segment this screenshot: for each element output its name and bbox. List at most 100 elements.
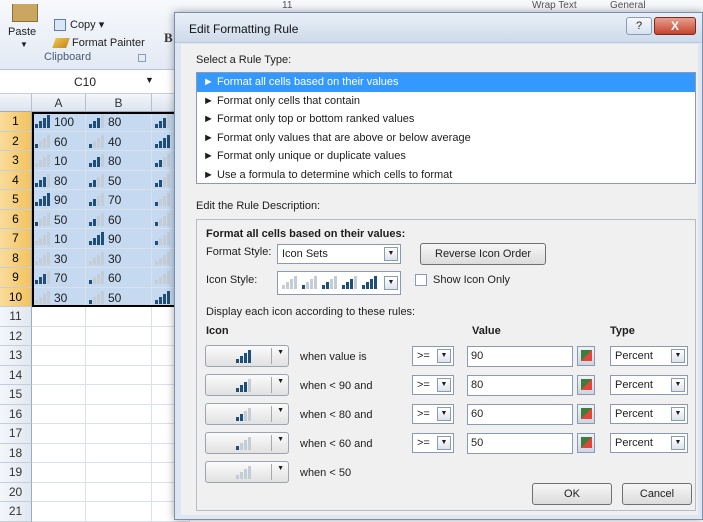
- rule-type-item[interactable]: ► Format only cells that contain: [197, 92, 695, 111]
- table-cell[interactable]: [32, 424, 86, 444]
- cell-reference-button[interactable]: [577, 346, 595, 366]
- table-cell[interactable]: 10: [32, 151, 86, 171]
- table-cell[interactable]: [86, 326, 152, 346]
- row-header[interactable]: 1: [0, 112, 32, 132]
- format-painter-button[interactable]: Format Painter: [52, 37, 145, 49]
- chevron-down-icon[interactable]: ▼: [437, 349, 451, 363]
- row-header[interactable]: 9: [0, 268, 32, 288]
- column-header-b[interactable]: B: [86, 94, 152, 112]
- rule-type-item[interactable]: ► Format all cells based on their values: [197, 73, 695, 92]
- reverse-icon-order-button[interactable]: Reverse Icon Order: [420, 243, 546, 265]
- table-cell[interactable]: 70: [86, 190, 152, 210]
- icon-style-select[interactable]: ▼: [277, 271, 401, 295]
- row-header[interactable]: 11: [0, 307, 32, 327]
- row-header[interactable]: 8: [0, 248, 32, 268]
- row-header[interactable]: 18: [0, 443, 32, 463]
- cell-reference-button[interactable]: [577, 433, 595, 453]
- dialog-titlebar[interactable]: Edit Formatting Rule ? X: [175, 13, 702, 43]
- row-header[interactable]: 13: [0, 346, 32, 366]
- icon-select-button[interactable]: ▼: [205, 461, 289, 483]
- table-cell[interactable]: [86, 346, 152, 366]
- type-select[interactable]: Percent ▼: [610, 375, 688, 395]
- table-cell[interactable]: 90: [32, 190, 86, 210]
- rule-type-item[interactable]: ► Format only values that are above or b…: [197, 129, 695, 148]
- table-cell[interactable]: 50: [86, 170, 152, 190]
- name-box[interactable]: C10: [36, 73, 156, 91]
- table-cell[interactable]: [32, 404, 86, 424]
- row-header[interactable]: 16: [0, 404, 32, 424]
- cell-reference-button[interactable]: [577, 404, 595, 424]
- table-cell[interactable]: 30: [86, 248, 152, 268]
- chevron-down-icon[interactable]: ▼: [145, 75, 154, 85]
- value-input[interactable]: 80: [467, 375, 573, 396]
- table-cell[interactable]: 80: [32, 170, 86, 190]
- table-cell[interactable]: [32, 307, 86, 327]
- table-cell[interactable]: [32, 346, 86, 366]
- table-cell[interactable]: [32, 385, 86, 405]
- icon-select-button[interactable]: ▼: [205, 374, 289, 396]
- format-style-select[interactable]: Icon Sets ▼: [277, 244, 401, 264]
- table-cell[interactable]: [86, 365, 152, 385]
- table-cell[interactable]: [32, 482, 86, 502]
- row-header[interactable]: 2: [0, 131, 32, 151]
- table-cell[interactable]: 40: [86, 131, 152, 151]
- ok-button[interactable]: OK: [532, 483, 612, 505]
- cancel-button[interactable]: Cancel: [622, 483, 692, 505]
- cell-reference-button[interactable]: [577, 375, 595, 395]
- column-header-a[interactable]: A: [32, 94, 86, 112]
- icon-select-button[interactable]: ▼: [205, 403, 289, 425]
- table-cell[interactable]: 80: [86, 151, 152, 171]
- table-cell[interactable]: [32, 365, 86, 385]
- table-cell[interactable]: [32, 463, 86, 483]
- table-cell[interactable]: 50: [32, 209, 86, 229]
- show-icon-only-checkbox[interactable]: [415, 274, 427, 286]
- operator-select[interactable]: >= ▼: [412, 375, 454, 395]
- table-cell[interactable]: [86, 443, 152, 463]
- bold-button[interactable]: B: [164, 30, 173, 46]
- rule-type-item[interactable]: ► Format only unique or duplicate values: [197, 147, 695, 166]
- wrap-text-button[interactable]: Wrap Text: [532, 0, 577, 11]
- table-cell[interactable]: [32, 326, 86, 346]
- table-cell[interactable]: 60: [86, 268, 152, 288]
- table-cell[interactable]: 60: [86, 209, 152, 229]
- row-header[interactable]: 3: [0, 151, 32, 171]
- operator-select[interactable]: >= ▼: [412, 404, 454, 424]
- value-input[interactable]: 90: [467, 346, 573, 367]
- chevron-down-icon[interactable]: ▼: [437, 407, 451, 421]
- table-cell[interactable]: 30: [32, 287, 86, 307]
- row-header[interactable]: 14: [0, 365, 32, 385]
- table-cell[interactable]: 90: [86, 229, 152, 249]
- type-select[interactable]: Percent ▼: [610, 346, 688, 366]
- help-button[interactable]: ?: [626, 17, 652, 35]
- table-cell[interactable]: 80: [86, 112, 152, 132]
- table-cell[interactable]: 30: [32, 248, 86, 268]
- table-cell[interactable]: [86, 307, 152, 327]
- chevron-down-icon[interactable]: ▼: [671, 378, 685, 392]
- operator-select[interactable]: >= ▼: [412, 433, 454, 453]
- rule-type-list[interactable]: ► Format all cells based on their values…: [196, 72, 696, 184]
- rule-type-item[interactable]: ► Format only top or bottom ranked value…: [197, 110, 695, 129]
- type-select[interactable]: Percent ▼: [610, 433, 688, 453]
- table-cell[interactable]: [32, 443, 86, 463]
- number-format-box[interactable]: General: [610, 0, 646, 11]
- table-cell[interactable]: 60: [32, 131, 86, 151]
- table-cell[interactable]: [32, 502, 86, 522]
- paste-button[interactable]: Paste ▼: [6, 4, 46, 62]
- row-header[interactable]: 10: [0, 287, 32, 307]
- row-header[interactable]: 6: [0, 209, 32, 229]
- chevron-down-icon[interactable]: ▼: [671, 407, 685, 421]
- table-cell[interactable]: [86, 482, 152, 502]
- icon-select-button[interactable]: ▼: [205, 345, 289, 367]
- row-header[interactable]: 15: [0, 385, 32, 405]
- value-input[interactable]: 50: [467, 433, 573, 454]
- row-header[interactable]: 7: [0, 229, 32, 249]
- table-cell[interactable]: [86, 463, 152, 483]
- table-cell[interactable]: [86, 385, 152, 405]
- chevron-down-icon[interactable]: ▼: [437, 378, 451, 392]
- table-cell[interactable]: [86, 404, 152, 424]
- row-header[interactable]: 4: [0, 170, 32, 190]
- chevron-down-icon[interactable]: ▼: [384, 276, 398, 290]
- table-cell[interactable]: 10: [32, 229, 86, 249]
- table-cell[interactable]: 100: [32, 112, 86, 132]
- rule-type-item[interactable]: ► Use a formula to determine which cells…: [197, 166, 695, 185]
